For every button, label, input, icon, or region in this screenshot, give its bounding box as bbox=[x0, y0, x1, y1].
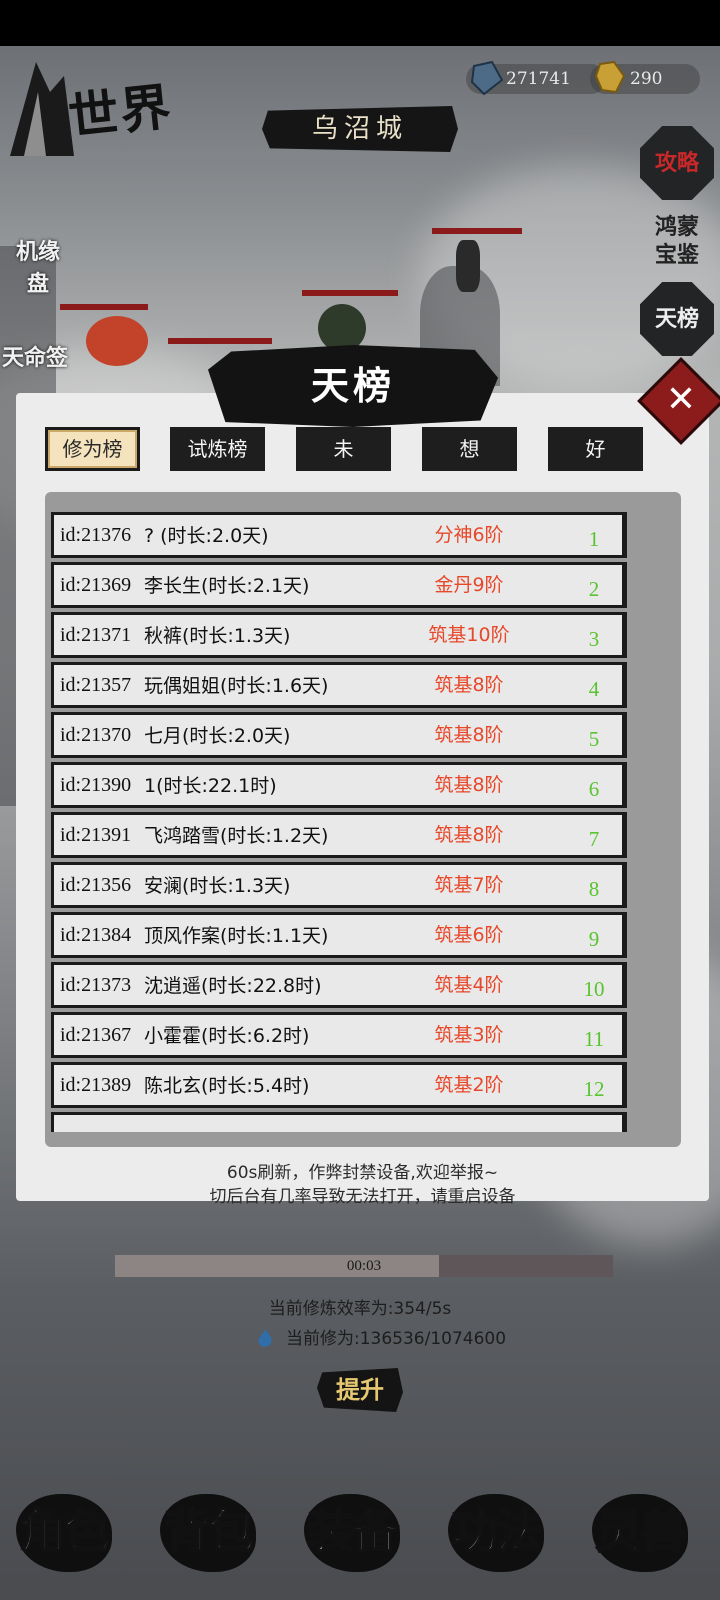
fire-beast-monster[interactable] bbox=[86, 316, 148, 366]
spirit-flame-icon bbox=[258, 1329, 272, 1347]
guide-button[interactable]: 攻略 bbox=[640, 126, 714, 200]
city-name-banner: 乌沼城 bbox=[262, 106, 458, 152]
heaven-ranking-button[interactable]: 天榜 bbox=[640, 282, 714, 356]
close-button[interactable]: ✕ bbox=[637, 357, 720, 445]
fortune-disk-button[interactable]: 机缘 盘 bbox=[8, 236, 68, 300]
spirit-stone-icon bbox=[470, 60, 504, 96]
panel-title: 天榜 bbox=[208, 345, 498, 427]
nav-skills[interactable]: 功法 bbox=[436, 1476, 556, 1586]
ranking-row[interactable]: id:21367 小霍霍(时长:6.2时) 筑基3阶 11 bbox=[51, 1012, 627, 1058]
ranking-row[interactable]: id:21389 陈北玄(时长:5.4时) 筑基2阶 12 bbox=[51, 1062, 627, 1108]
enemy-hp-bar bbox=[168, 338, 272, 344]
nav-character[interactable]: 角色 bbox=[4, 1476, 124, 1586]
treasure-book-button[interactable]: 鸿蒙 宝鉴 bbox=[640, 204, 714, 278]
ranking-row[interactable]: id:21357 玩偶姐姐(时长:1.6天) 筑基8阶 4 bbox=[51, 662, 627, 708]
refresh-notice: 60s刷新，作弊封禁设备,欢迎举报~ bbox=[226, 1163, 499, 1183]
gold-counter: 290 bbox=[590, 60, 700, 94]
enemy-hp-bar bbox=[432, 228, 522, 234]
ranking-row[interactable]: id:21391 飞鸿踏雪(时长:1.2天) 筑基8阶 7 bbox=[51, 812, 627, 858]
ranking-row[interactable]: id:21373 沈逍遥(时长:22.8时) 筑基4阶 10 bbox=[51, 962, 627, 1008]
ranking-row[interactable]: id:21384 顶风作案(时长:1.1天) 筑基6阶 9 bbox=[51, 912, 627, 958]
enemy-hp-bar bbox=[302, 290, 398, 296]
current-cultivation-text: 当前修为:136536/1074600 bbox=[20, 1324, 720, 1349]
upgrade-button[interactable]: 提升 bbox=[317, 1368, 403, 1412]
mountain-logo-icon bbox=[10, 62, 74, 156]
tab-placeholder-3[interactable]: 好 bbox=[548, 427, 643, 471]
ranking-row-partial[interactable] bbox=[51, 1112, 627, 1132]
ranking-row[interactable]: id:21390 1(时长:22.1时) 筑基8阶 6 bbox=[51, 762, 627, 808]
background-notice: 切后台有几率导致无法打开，请重启设备 bbox=[209, 1187, 516, 1207]
gold-ingot-icon bbox=[594, 60, 626, 94]
status-bar bbox=[0, 0, 720, 46]
archer-monster[interactable] bbox=[456, 240, 480, 292]
enemy-hp-bar bbox=[60, 304, 148, 310]
tab-cultivation-rank[interactable]: 修为榜 bbox=[45, 427, 140, 471]
green-monster[interactable] bbox=[318, 304, 366, 352]
timer-label: 00:03 bbox=[346, 1258, 382, 1274]
world-title: 世界 bbox=[65, 76, 176, 147]
ranking-row[interactable]: id:21371 秋裤(时长:1.3天) 筑基10阶 3 bbox=[51, 612, 627, 658]
spirit-stone-counter: 271741 bbox=[466, 60, 606, 96]
ranking-row[interactable]: id:21370 七月(时长:2.0天) 筑基8阶 5 bbox=[51, 712, 627, 758]
ranking-row[interactable]: id:21369 李长生(时长:2.1天) 金丹9阶 2 bbox=[51, 562, 627, 608]
tab-placeholder-1[interactable]: 未 bbox=[296, 427, 391, 471]
cultivation-progress-bar: 00:03 bbox=[115, 1255, 613, 1277]
fate-lot-button[interactable]: 天命签 bbox=[2, 340, 68, 372]
ranking-list[interactable]: id:21376? (时长:2.0天) 分神6阶 1 id:21369 李长生(时长:… bbox=[45, 492, 681, 1147]
ranking-row[interactable]: id:21376? (时长:2.0天) 分神6阶 1 bbox=[51, 512, 627, 558]
efficiency-text: 当前修炼效率为:354/5s bbox=[268, 1299, 452, 1319]
ranking-row[interactable]: id:21356 安澜(时长:1.3天) 筑基7阶 8 bbox=[51, 862, 627, 908]
tab-placeholder-2[interactable]: 想 bbox=[422, 427, 517, 471]
tab-trial-rank[interactable]: 试炼榜 bbox=[170, 427, 265, 471]
close-icon: ✕ bbox=[665, 379, 697, 420]
nav-backpack[interactable]: 背包 bbox=[148, 1476, 268, 1586]
nav-spirit-beast[interactable]: 灵兽 bbox=[580, 1476, 700, 1586]
game-screen: 世界 271741 290 乌沼城 攻略 鸿蒙 宝鉴 天榜 机缘 盘 天命签 天… bbox=[0, 0, 720, 1600]
nav-equipment[interactable]: 装备 bbox=[292, 1476, 412, 1586]
